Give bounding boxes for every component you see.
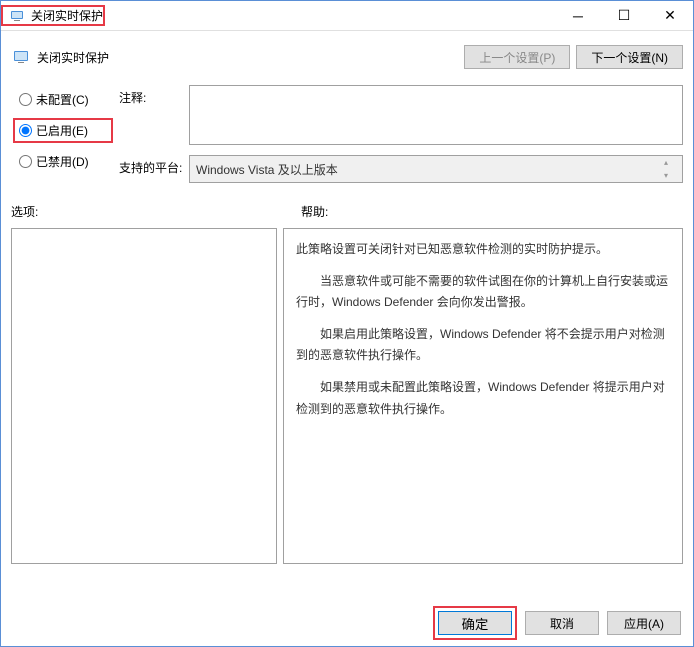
- radio-disabled-input[interactable]: [19, 155, 32, 168]
- titlebar-left-highlight: 关闭实时保护: [1, 5, 105, 26]
- radio-not-configured[interactable]: 未配置(C): [19, 91, 119, 108]
- help-pane: 此策略设置可关闭针对已知恶意软件检测的实时防护提示。 当恶意软件或可能不需要的软…: [283, 228, 683, 564]
- policy-title: 关闭实时保护: [37, 49, 109, 66]
- window-title: 关闭实时保护: [31, 7, 103, 24]
- nav-buttons: 上一个设置(P) 下一个设置(N): [464, 45, 683, 69]
- help-paragraph: 此策略设置可关闭针对已知恶意软件检测的实时防护提示。: [296, 239, 670, 261]
- header-row: 关闭实时保护 上一个设置(P) 下一个设置(N): [1, 31, 693, 79]
- options-label: 选项:: [11, 203, 301, 220]
- footer: 确定 取消 应用(A): [1, 600, 693, 646]
- cancel-button[interactable]: 取消: [525, 611, 599, 635]
- comment-row: 注释:: [119, 85, 683, 145]
- help-paragraph: 如果启用此策略设置，Windows Defender 将不会提示用户对检测到的恶…: [296, 324, 670, 367]
- minimize-button[interactable]: ─: [555, 1, 601, 31]
- ok-button-highlight: 确定: [433, 606, 517, 640]
- radio-disabled[interactable]: 已禁用(D): [19, 153, 119, 170]
- radio-enabled-input[interactable]: [19, 124, 32, 137]
- maximize-button[interactable]: ☐: [601, 1, 647, 31]
- help-paragraph: 当恶意软件或可能不需要的软件试图在你的计算机上自行安装或运行时，Windows …: [296, 271, 670, 314]
- apply-button[interactable]: 应用(A): [607, 611, 681, 635]
- config-row: 未配置(C) 已启用(E) 已禁用(D) 注释: 支持的平台: Windows …: [1, 79, 693, 183]
- radio-enabled[interactable]: 已启用(E): [13, 118, 113, 143]
- radio-disabled-label: 已禁用(D): [36, 153, 89, 170]
- comment-textarea[interactable]: [189, 85, 683, 145]
- comment-label: 注释:: [119, 85, 189, 106]
- radio-enabled-label: 已启用(E): [36, 122, 88, 139]
- pane-labels: 选项: 帮助:: [1, 183, 693, 224]
- radio-not-configured-label: 未配置(C): [36, 91, 89, 108]
- radio-group: 未配置(C) 已启用(E) 已禁用(D): [19, 85, 119, 183]
- radio-not-configured-input[interactable]: [19, 93, 32, 106]
- titlebar: 关闭实时保护 ─ ☐ ✕: [1, 1, 693, 31]
- field-column: 注释: 支持的平台: Windows Vista 及以上版本 ▴▾: [119, 85, 683, 183]
- next-setting-button[interactable]: 下一个设置(N): [576, 45, 683, 69]
- platform-label: 支持的平台:: [119, 155, 189, 176]
- prev-setting-button[interactable]: 上一个设置(P): [464, 45, 570, 69]
- options-pane: [11, 228, 277, 564]
- panes-row: 此策略设置可关闭针对已知恶意软件检测的实时防护提示。 当恶意软件或可能不需要的软…: [1, 224, 693, 564]
- platform-value: Windows Vista 及以上版本: [196, 161, 338, 178]
- dialog-window: 关闭实时保护 ─ ☐ ✕ 关闭实时保护 上一个设置(P) 下一个设置(N) 未配…: [0, 0, 694, 647]
- close-button[interactable]: ✕: [647, 1, 693, 31]
- help-label: 帮助:: [301, 203, 328, 220]
- platform-box: Windows Vista 及以上版本 ▴▾: [189, 155, 683, 183]
- platform-scroll-icon: ▴▾: [664, 158, 680, 180]
- policy-icon: [11, 47, 31, 67]
- window-controls: ─ ☐ ✕: [555, 1, 693, 31]
- platform-row: 支持的平台: Windows Vista 及以上版本 ▴▾: [119, 155, 683, 183]
- help-paragraph: 如果禁用或未配置此策略设置，Windows Defender 将提示用户对检测到…: [296, 377, 670, 420]
- ok-button[interactable]: 确定: [438, 611, 512, 635]
- app-icon: [9, 8, 25, 24]
